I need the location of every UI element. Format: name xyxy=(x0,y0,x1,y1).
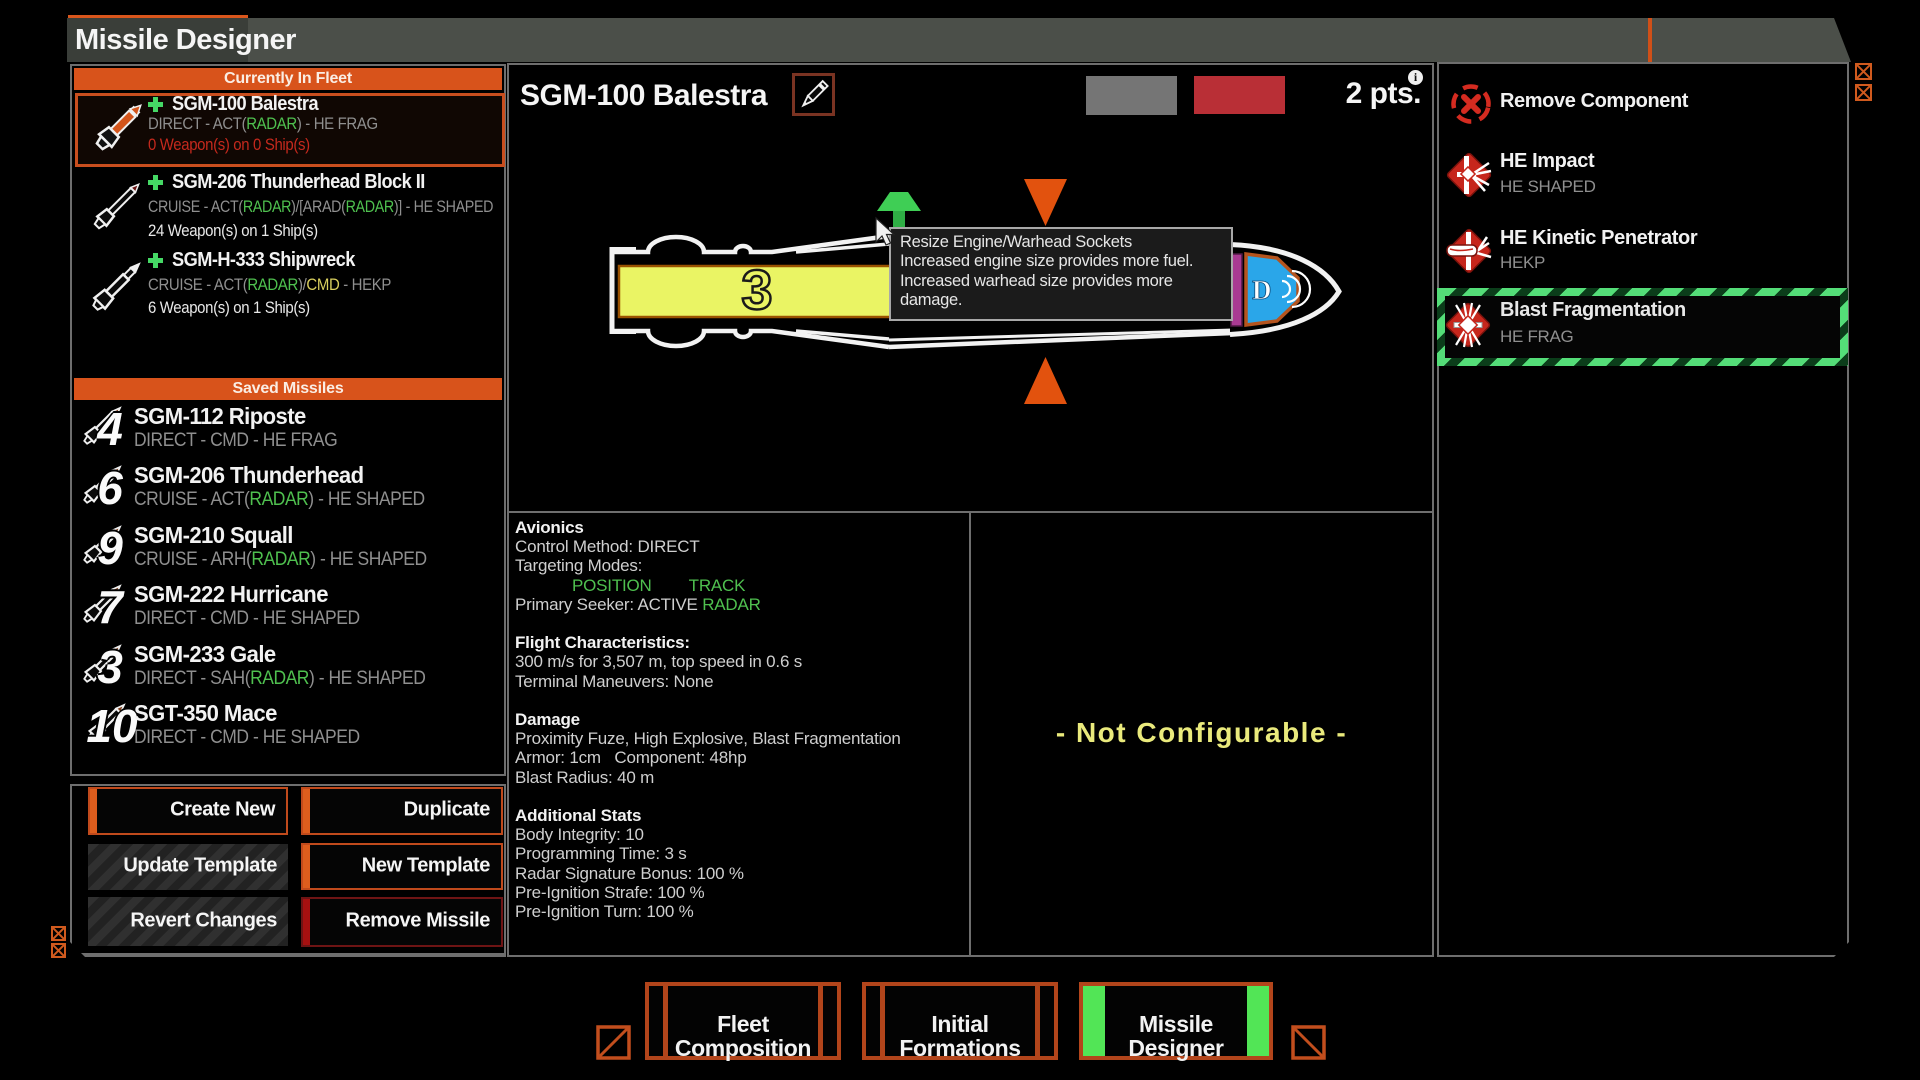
svg-text:D: D xyxy=(1252,275,1272,305)
svg-text:3: 3 xyxy=(741,258,772,321)
